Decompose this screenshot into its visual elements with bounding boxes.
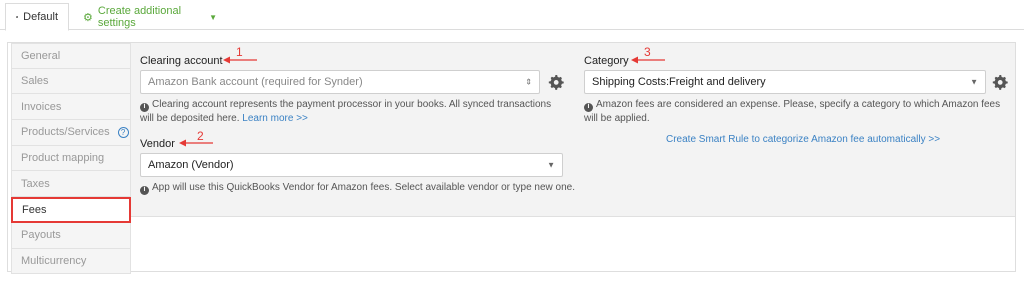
- sidebar-item-label: Product mapping: [21, 152, 105, 165]
- settings-tabbar: Default ⚙ Create additional settings ▼: [0, 0, 1024, 31]
- sidebar-item-label: Sales: [21, 75, 49, 88]
- category-label: Category: [584, 55, 629, 67]
- tab-default-label: Default: [23, 11, 58, 23]
- clearing-account-select[interactable]: Amazon Bank account (required for Synder…: [140, 70, 540, 94]
- info-icon: i: [584, 102, 593, 112]
- clearing-account-help: i Clearing account represents the payment…: [140, 98, 560, 126]
- sidebar-item-payouts[interactable]: Payouts: [11, 222, 131, 249]
- sidebar-item-label: Multicurrency: [21, 254, 87, 267]
- tab-create-label: Create additional settings: [97, 5, 182, 29]
- sidebar-item-label: Fees: [22, 203, 47, 216]
- annotation-arrow-icon: [179, 139, 213, 147]
- tab-create-additional-settings[interactable]: ⚙ Create additional settings ▼: [73, 3, 227, 31]
- fees-content: Clearing account 1 Amazon Bank account (…: [131, 43, 1015, 217]
- learn-more-link[interactable]: Learn more >>: [242, 113, 308, 124]
- gear-icon[interactable]: [992, 74, 1008, 90]
- vendor-value: Amazon (Vendor): [148, 159, 234, 171]
- sidebar-item-general[interactable]: General: [11, 43, 131, 69]
- clearing-account-placeholder: Amazon Bank account (required for Synder…: [148, 76, 363, 88]
- caret-down-icon: ▼: [209, 12, 217, 22]
- category-value: Shipping Costs:Freight and delivery: [592, 76, 766, 88]
- sidebar-item-taxes[interactable]: Taxes: [11, 171, 131, 198]
- clearing-help-text: Clearing account represents the payment …: [140, 99, 552, 124]
- annotation-arrow-icon: [223, 56, 257, 64]
- info-icon: i: [140, 185, 149, 195]
- category-select[interactable]: Shipping Costs:Freight and delivery ▼: [584, 70, 986, 94]
- sidebar-item-multicurrency[interactable]: Multicurrency: [11, 248, 131, 275]
- sidebar-item-label: Taxes: [21, 177, 50, 190]
- smart-rule-link[interactable]: Create Smart Rule to categorize Amazon f…: [666, 134, 940, 145]
- gear-icon: ⚙: [83, 11, 93, 24]
- chevron-down-icon: ▼: [547, 160, 555, 170]
- info-icon: i: [140, 102, 149, 112]
- category-help: i Amazon fees are considered an expense. …: [584, 98, 1009, 126]
- vendor-help-text: App will use this QuickBooks Vendor for …: [152, 182, 576, 193]
- vendor-label: Vendor: [140, 138, 175, 150]
- gear-icon[interactable]: [548, 74, 564, 90]
- sidebar-item-label: General: [21, 49, 61, 62]
- sidebar-item-product-mapping[interactable]: Product mapping: [11, 145, 131, 172]
- vendor-help: i App will use this QuickBooks Vendor for…: [140, 181, 580, 195]
- category-help-text: Amazon fees are considered an expense. P…: [584, 99, 1001, 124]
- home-icon: [16, 16, 19, 18]
- clearing-account-label: Clearing account: [140, 55, 223, 67]
- sidebar-item-label: Payouts: [21, 229, 61, 242]
- sidebar-item-products-services[interactable]: Products/Services?: [11, 120, 131, 146]
- annotation-arrow-icon: [631, 56, 665, 64]
- sidebar-item-sales[interactable]: Sales: [11, 68, 131, 95]
- vendor-select[interactable]: Amazon (Vendor) ▼: [140, 153, 563, 177]
- sidebar-item-label: Invoices: [21, 100, 62, 113]
- updown-chevron-icon: ⇕: [525, 77, 532, 87]
- sidebar-item-label: Products/Services: [21, 126, 110, 139]
- settings-panel: General Sales Invoices Products/Services…: [7, 42, 1016, 275]
- sidebar-item-fees[interactable]: Fees: [11, 197, 131, 223]
- chevron-down-icon: ▼: [970, 77, 978, 87]
- sidebar-item-invoices[interactable]: Invoices: [11, 94, 131, 121]
- settings-sidebar: General Sales Invoices Products/Services…: [11, 43, 131, 275]
- help-icon[interactable]: ?: [117, 126, 129, 138]
- tab-default[interactable]: Default: [5, 3, 69, 31]
